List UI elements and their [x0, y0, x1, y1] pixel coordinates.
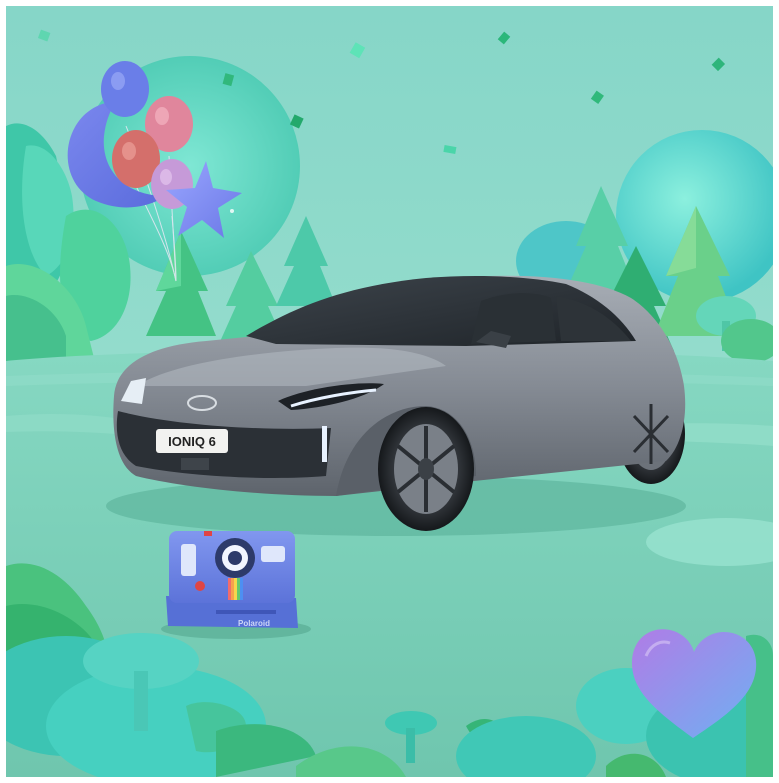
illustration: IONIQ 6 Polaroid	[6, 6, 773, 777]
polaroid-camera: Polaroid	[166, 531, 298, 628]
license-plate-text: IONIQ 6	[168, 434, 216, 449]
scene-frame: IONIQ 6 Polaroid	[6, 6, 773, 777]
camera-brand-text: Polaroid	[238, 619, 270, 628]
